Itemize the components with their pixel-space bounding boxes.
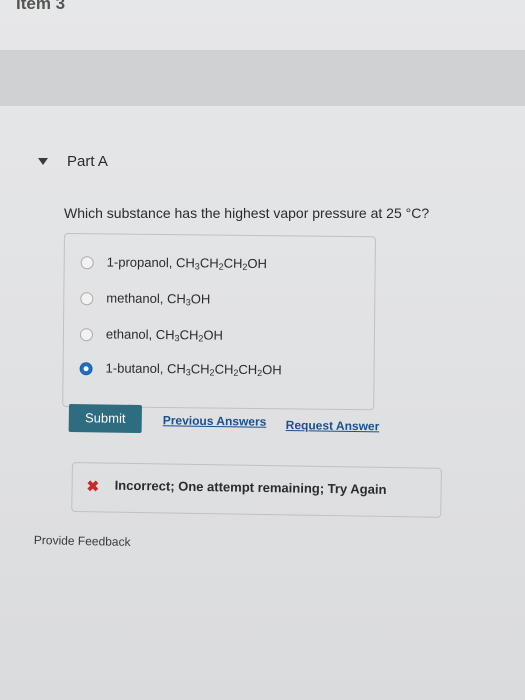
subscript: 3 bbox=[185, 297, 191, 308]
radio-button[interactable] bbox=[79, 361, 93, 375]
subscript: 3 bbox=[185, 367, 191, 378]
choice-label: methanol, CH3OH bbox=[106, 290, 211, 308]
choice-1-butanol[interactable]: 1-butanol, CH3CH2CH2CH2OH bbox=[79, 360, 282, 379]
choice-label: 1-butanol, CH3CH2CH2CH2OH bbox=[105, 360, 282, 379]
answer-actions: Submit Previous Answers Request Answer bbox=[68, 404, 409, 439]
choice-1-propanol[interactable]: 1-propanol, CH3CH2CH2OH bbox=[80, 254, 268, 272]
question-text: Which substance has the highest vapor pr… bbox=[64, 205, 430, 221]
caret-down-icon[interactable] bbox=[38, 158, 48, 165]
radio-button[interactable] bbox=[79, 327, 94, 341]
part-title: Part A bbox=[67, 153, 108, 170]
subscript: 2 bbox=[218, 261, 224, 272]
choice-label: ethanol, CH3CH2OH bbox=[105, 326, 223, 344]
submit-button[interactable]: Submit bbox=[68, 404, 142, 434]
item-title: Item 3 bbox=[16, 0, 66, 13]
subscript: 3 bbox=[174, 333, 180, 344]
feedback-message: ✖ Incorrect; One attempt remaining; Try … bbox=[71, 462, 442, 518]
choice-label: 1-propanol, CH3CH2CH2OH bbox=[106, 254, 268, 272]
radio-button[interactable] bbox=[80, 291, 94, 305]
subscript: 2 bbox=[233, 367, 239, 378]
subscript: 2 bbox=[257, 368, 263, 379]
choice-ethanol[interactable]: ethanol, CH3CH2OH bbox=[79, 326, 223, 344]
subscript: 3 bbox=[194, 261, 200, 272]
answer-choices: 1-propanol, CH3CH2CH2OH methanol, CH3OH … bbox=[62, 233, 376, 411]
part-header[interactable]: Part A bbox=[38, 153, 108, 170]
subscript: 2 bbox=[209, 367, 215, 378]
radio-button[interactable] bbox=[80, 255, 94, 269]
item-header-bar bbox=[0, 50, 525, 106]
subscript: 2 bbox=[198, 333, 204, 344]
x-icon: ✖ bbox=[86, 478, 100, 496]
previous-answers-link[interactable]: Previous Answers bbox=[163, 413, 267, 428]
request-answer-link[interactable]: Request Answer bbox=[286, 418, 380, 433]
choice-methanol[interactable]: methanol, CH3OH bbox=[80, 290, 210, 307]
subscript: 2 bbox=[242, 261, 248, 272]
provide-feedback-link[interactable]: Provide Feedback bbox=[34, 533, 131, 549]
feedback-text: Incorrect; One attempt remaining; Try Ag… bbox=[114, 477, 387, 497]
